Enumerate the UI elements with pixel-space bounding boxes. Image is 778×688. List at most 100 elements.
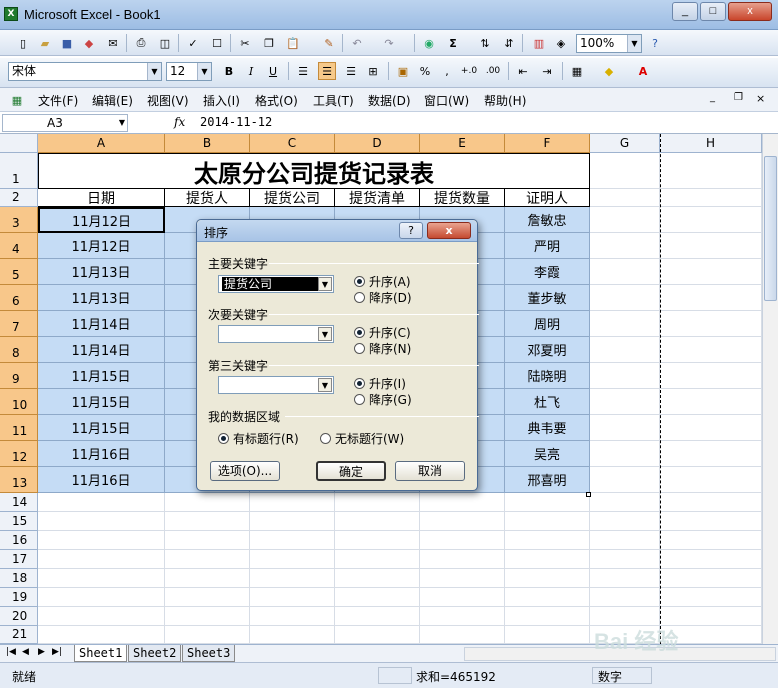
workbook-close-icon[interactable]: × [756,92,765,105]
ok-button[interactable]: 确定 [316,461,386,481]
row-header-7[interactable]: 7 [0,311,38,337]
menu-format[interactable]: 格式(O) [255,92,298,109]
cell-g14[interactable] [590,493,660,512]
currency-icon[interactable]: ▣ [394,62,412,80]
decrease-indent-icon[interactable]: ⇤ [514,62,532,80]
column-header-g[interactable]: G [590,134,660,153]
tab-sheet1[interactable]: Sheet1 [74,645,128,662]
cell-h13[interactable] [660,467,762,493]
cell-f2[interactable]: 证明人 [505,189,590,207]
hyperlink-icon[interactable]: ◉ [420,34,438,52]
primary-ascending-radio[interactable]: 升序(A) [354,273,411,290]
row-header-6[interactable]: 6 [0,285,38,311]
borders-icon[interactable]: ▦ [568,62,586,80]
selection-fill-handle[interactable] [586,492,591,497]
cell-f7[interactable]: 周明 [505,311,590,337]
zoom-select[interactable]: 100% ▼ [576,34,642,53]
cell-h16[interactable] [660,531,762,550]
fx-button[interactable]: fx [174,115,185,129]
sort-ascending-icon[interactable]: ⇅ [476,34,494,52]
cell-f14[interactable] [505,493,590,512]
cell-b16[interactable] [165,531,250,550]
cell-f17[interactable] [505,550,590,569]
chevron-down-icon[interactable]: ▼ [119,115,125,131]
fill-color-icon[interactable]: ◆ [600,62,618,80]
cell-h4[interactable] [660,233,762,259]
cell-f10[interactable]: 杜飞 [505,389,590,415]
cell-b17[interactable] [165,550,250,569]
spelling-icon[interactable]: ✓ [184,34,202,52]
cell-f8[interactable]: 邓夏明 [505,337,590,363]
cell-g8[interactable] [590,337,660,363]
secondary-ascending-radio[interactable]: 升序(C) [354,324,411,341]
close-button[interactable]: x [728,2,772,21]
tertiary-ascending-radio[interactable]: 升序(I) [354,375,406,392]
sheet-title-cell[interactable]: 太原分公司提货记录表 [38,153,590,189]
formula-input[interactable]: 2014-11-12 [200,115,272,129]
chevron-down-icon[interactable]: ▼ [627,35,641,52]
options-button[interactable]: 选项(O)... [210,461,280,481]
row-header-15[interactable]: 15 [0,512,38,531]
tertiary-key-select[interactable]: ▼ [218,376,334,394]
cell-h7[interactable] [660,311,762,337]
cell-g19[interactable] [590,588,660,607]
menu-help[interactable]: 帮助(H) [484,92,526,109]
font-name-select[interactable]: 宋体 ▼ [8,62,162,81]
workbook-icon[interactable]: ▦ [8,91,26,109]
cell-e19[interactable] [420,588,505,607]
cell-d16[interactable] [335,531,420,550]
cell-a16[interactable] [38,531,165,550]
cancel-button[interactable]: 取消 [395,461,465,481]
email-icon[interactable]: ✉ [104,34,122,52]
row-header-1[interactable]: 1 [0,153,38,189]
menu-file[interactable]: 文件(F) [38,92,78,109]
cell-h19[interactable] [660,588,762,607]
row-header-20[interactable]: 20 [0,607,38,626]
cell-a2[interactable]: 日期 [38,189,165,207]
cell-g2[interactable] [590,189,660,207]
cell-g5[interactable] [590,259,660,285]
cell-f5[interactable]: 李霞 [505,259,590,285]
cell-d2[interactable]: 提货清单 [335,189,420,207]
print-icon[interactable]: ⎙ [132,34,150,52]
cell-g15[interactable] [590,512,660,531]
vertical-scroll-thumb[interactable] [764,156,777,301]
row-header-3[interactable]: 3 [0,207,38,233]
chevron-down-icon[interactable]: ▼ [147,63,161,80]
cell-f9[interactable]: 陆晓明 [505,363,590,389]
copy-icon[interactable]: ❐ [260,34,278,52]
font-color-button[interactable]: A [634,62,652,80]
cell-h6[interactable] [660,285,762,311]
cell-d14[interactable] [335,493,420,512]
cell-a17[interactable] [38,550,165,569]
cell-h18[interactable] [660,569,762,588]
menu-view[interactable]: 视图(V) [147,92,189,109]
cell-h9[interactable] [660,363,762,389]
cell-a5[interactable]: 11月13日 [38,259,165,285]
cut-icon[interactable]: ✂ [236,34,254,52]
cell-e20[interactable] [420,607,505,626]
cell-a15[interactable] [38,512,165,531]
cell-g3[interactable] [590,207,660,233]
cell-g12[interactable] [590,441,660,467]
cell-f21[interactable] [505,626,590,644]
tab-sheet3[interactable]: Sheet3 [182,645,236,662]
first-sheet-icon[interactable]: |◀ [6,647,16,657]
comma-button[interactable]: , [438,62,456,80]
cell-h3[interactable] [660,207,762,233]
workbook-minimize-icon[interactable]: _ [710,92,715,103]
cell-c14[interactable] [250,493,335,512]
cell-g11[interactable] [590,415,660,441]
increase-decimal-icon[interactable]: +.0 [460,62,478,80]
row-header-21[interactable]: 21 [0,626,38,644]
cell-e17[interactable] [420,550,505,569]
increase-indent-icon[interactable]: ⇥ [538,62,556,80]
row-header-9[interactable]: 9 [0,363,38,389]
row-header-17[interactable]: 17 [0,550,38,569]
cell-c20[interactable] [250,607,335,626]
has-header-radio[interactable]: 有标题行(R) [218,430,299,447]
cell-a18[interactable] [38,569,165,588]
prev-sheet-icon[interactable]: ◀ [22,647,29,657]
redo-icon[interactable]: ↷ [380,34,398,52]
italic-button[interactable]: I [242,62,260,80]
